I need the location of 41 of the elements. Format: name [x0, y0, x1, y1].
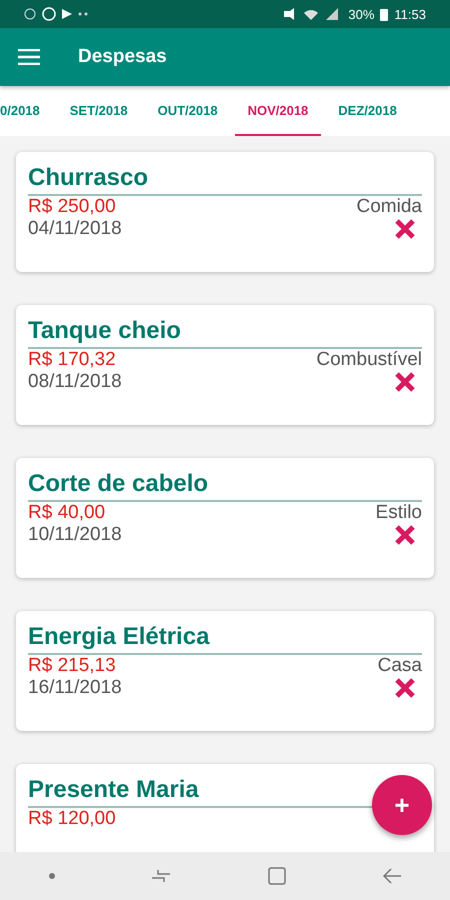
expense-date: 16/11/2018: [28, 677, 122, 699]
clock: 11:53: [394, 6, 426, 22]
delete-icon[interactable]: [394, 218, 416, 240]
delete-icon[interactable]: [394, 677, 416, 699]
delete-icon[interactable]: [394, 371, 416, 393]
expense-title: Tanque cheio: [28, 317, 422, 349]
menu-icon[interactable]: [18, 49, 40, 65]
expense-category: Casa: [378, 655, 422, 677]
expense-title: Corte de cabelo: [28, 470, 422, 502]
expense-card[interactable]: Tanque cheio R$ 170,32 Combustível 08/11/2018: [16, 305, 434, 425]
expense-amount: R$ 170,32: [28, 349, 116, 371]
expense-category: Estilo: [376, 502, 422, 524]
expense-card[interactable]: Corte de cabelo R$ 40,00 Estilo 10/11/2018: [16, 458, 434, 578]
expense-category: Comida: [356, 196, 422, 218]
expense-date: 10/11/2018: [28, 524, 122, 546]
expense-amount: R$ 120,00: [28, 808, 116, 830]
back-icon[interactable]: [383, 868, 402, 884]
recent-apps-icon[interactable]: [152, 869, 170, 883]
month-tab[interactable]: NOV/2018: [234, 86, 322, 136]
expense-date: 04/11/2018: [28, 218, 122, 240]
battery-percent: 30%: [348, 6, 374, 22]
expense-title: Energia Elétrica: [28, 623, 422, 655]
month-tab[interactable]: SET/2018: [56, 86, 141, 136]
month-tab[interactable]: 0/2018: [0, 86, 53, 136]
expense-amount: R$ 40,00: [28, 502, 106, 524]
expense-amount: R$ 215,13: [28, 655, 116, 677]
delete-icon[interactable]: [394, 524, 416, 546]
expense-amount: R$ 250,00: [28, 196, 116, 218]
more-icon: [78, 12, 88, 16]
play-icon: [62, 8, 72, 20]
battery-icon: [380, 8, 388, 20]
expense-title: Churrasco: [28, 164, 422, 196]
month-tab[interactable]: DEZ/2018: [325, 86, 410, 136]
app-title: Despesas: [78, 46, 167, 68]
dot-icon[interactable]: [48, 873, 55, 879]
expense-card[interactable]: Churrasco R$ 250,00 Comida 04/11/2018: [16, 152, 434, 272]
expense-date: 08/11/2018: [28, 371, 122, 393]
expense-category: Combustível: [316, 349, 422, 371]
expense-card[interactable]: Energia Elétrica R$ 215,13 Casa 16/11/2018: [16, 611, 434, 731]
home-icon[interactable]: [268, 867, 286, 885]
month-tab[interactable]: OUT/2018: [144, 86, 231, 136]
